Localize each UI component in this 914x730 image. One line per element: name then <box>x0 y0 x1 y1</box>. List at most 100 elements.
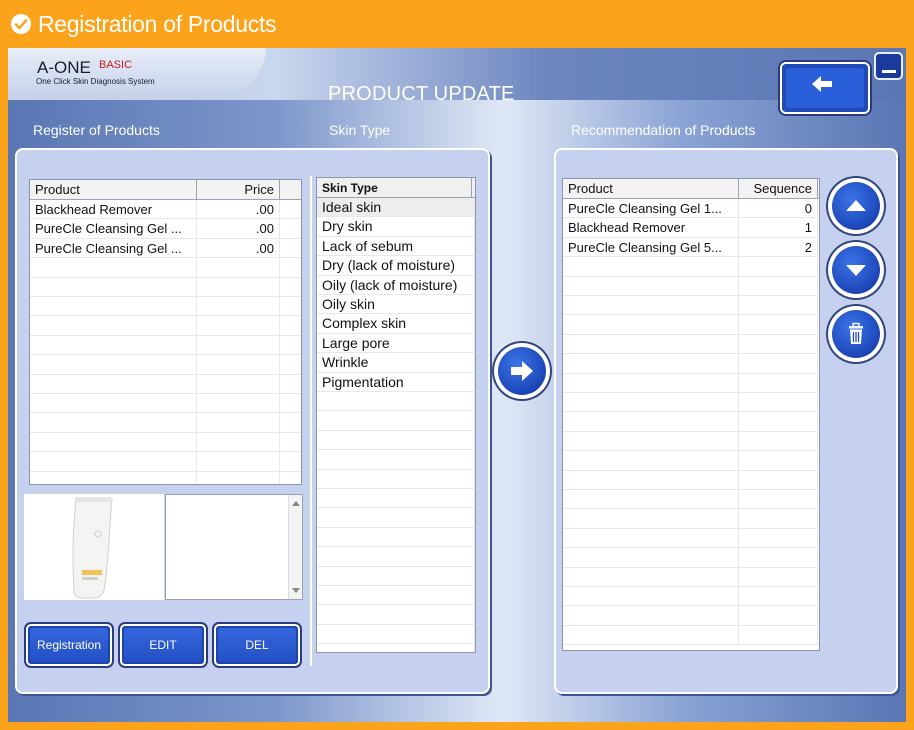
scroll-up-icon[interactable] <box>292 501 300 506</box>
list-item[interactable]: Oily skin <box>317 295 475 315</box>
scroll-down-icon[interactable] <box>292 588 300 593</box>
list-item[interactable] <box>317 586 475 606</box>
table-row[interactable] <box>563 412 819 432</box>
column-header-product[interactable]: Product <box>563 179 739 199</box>
table-row[interactable] <box>563 567 819 587</box>
table-row[interactable] <box>30 413 301 433</box>
product-name-cell: PureCle Cleansing Gel 1... <box>563 199 739 218</box>
list-item[interactable]: Oily (lack of moisture) <box>317 275 475 295</box>
table-row[interactable] <box>563 334 819 355</box>
table-row[interactable] <box>563 625 819 646</box>
sequence-cell <box>739 548 818 568</box>
list-item[interactable] <box>317 469 475 489</box>
table-row[interactable] <box>563 373 819 393</box>
list-item[interactable] <box>317 644 475 652</box>
table-row[interactable]: Blackhead Remover .00 <box>30 200 301 220</box>
table-row[interactable] <box>563 276 819 296</box>
move-down-button[interactable] <box>828 242 884 298</box>
column-header-product[interactable]: Product <box>30 180 197 200</box>
product-name-cell <box>563 431 739 451</box>
memo-scrollbar[interactable] <box>288 495 302 599</box>
table-header: Product Sequence <box>563 179 819 199</box>
list-item[interactable] <box>317 430 475 451</box>
list-item[interactable]: Pigmentation <box>317 372 475 392</box>
price-cell <box>197 452 280 472</box>
list-item[interactable] <box>317 392 475 412</box>
table-row[interactable] <box>563 354 819 374</box>
move-up-button[interactable] <box>828 178 884 234</box>
product-name-cell <box>30 374 197 394</box>
list-item[interactable] <box>317 489 475 509</box>
table-row[interactable]: PureCle Cleansing Gel 1... 0 <box>563 199 819 219</box>
table-row[interactable] <box>30 374 301 394</box>
list-item[interactable] <box>317 508 475 528</box>
table-row[interactable] <box>30 258 301 278</box>
sequence-cell: 1 <box>739 218 818 238</box>
back-button[interactable] <box>780 62 870 114</box>
column-header-sequence[interactable]: Sequence <box>739 179 818 199</box>
list-item[interactable]: Ideal skin <box>317 198 475 218</box>
table-row[interactable] <box>30 297 301 317</box>
table-row[interactable] <box>563 296 819 316</box>
edit-button[interactable]: EDIT <box>120 624 206 666</box>
table-row[interactable]: PureCle Cleansing Gel ... .00 <box>30 238 301 259</box>
logo: A-ONE BASIC One Click Skin Diagnosis Sys… <box>8 48 266 100</box>
product-name-cell <box>30 316 197 336</box>
product-name-cell <box>563 528 739 548</box>
list-item[interactable] <box>317 605 475 625</box>
add-recommendation-button[interactable] <box>494 343 550 399</box>
list-item[interactable] <box>317 450 475 470</box>
table-row[interactable] <box>563 315 819 335</box>
list-item[interactable] <box>317 547 475 567</box>
table-row[interactable] <box>563 470 819 490</box>
sequence-cell <box>739 606 818 626</box>
table-row[interactable] <box>563 257 819 277</box>
table-row[interactable] <box>563 509 819 529</box>
delete-product-button[interactable]: DEL <box>214 624 300 666</box>
table-row[interactable] <box>563 606 819 626</box>
minimize-button[interactable] <box>866 52 904 80</box>
product-name-cell <box>30 394 197 413</box>
list-item[interactable]: Dry skin <box>317 217 475 237</box>
table-row[interactable] <box>30 394 301 414</box>
table-row[interactable] <box>563 548 819 568</box>
product-name-cell <box>563 625 739 645</box>
table-row[interactable] <box>30 316 301 336</box>
table-row[interactable] <box>563 451 819 471</box>
minimize-icon <box>882 70 896 73</box>
table-row[interactable] <box>563 587 819 607</box>
price-cell <box>197 258 280 278</box>
table-row[interactable]: PureCle Cleansing Gel ... .00 <box>30 219 301 239</box>
table-row[interactable]: PureCle Cleansing Gel 5... 2 <box>563 237 819 258</box>
column-header-price[interactable]: Price <box>197 180 280 200</box>
skin-type-label: Large pore <box>317 333 475 353</box>
product-name-cell <box>563 606 739 626</box>
list-item[interactable]: Wrinkle <box>317 353 475 373</box>
product-name-cell <box>563 373 739 393</box>
price-cell <box>197 355 280 375</box>
table-row[interactable] <box>30 471 301 484</box>
table-row[interactable] <box>30 452 301 472</box>
table-row[interactable] <box>563 490 819 510</box>
table-row[interactable] <box>30 355 301 375</box>
list-item[interactable] <box>317 411 475 431</box>
product-name-cell <box>563 548 739 568</box>
list-item[interactable] <box>317 624 475 645</box>
skin-type-label <box>317 624 475 644</box>
table-row[interactable] <box>30 277 301 297</box>
list-item[interactable]: Dry (lack of moisture) <box>317 256 475 276</box>
delete-recommendation-button[interactable] <box>828 306 884 362</box>
table-row[interactable]: Blackhead Remover 1 <box>563 218 819 238</box>
list-item[interactable]: Complex skin <box>317 314 475 334</box>
list-item[interactable] <box>317 566 475 586</box>
table-row[interactable] <box>563 528 819 549</box>
table-row[interactable] <box>563 393 819 413</box>
table-row[interactable] <box>30 432 301 453</box>
product-memo[interactable] <box>165 494 303 600</box>
list-item[interactable]: Large pore <box>317 333 475 354</box>
registration-button[interactable]: Registration <box>26 624 112 666</box>
list-item[interactable] <box>317 527 475 548</box>
table-row[interactable] <box>563 431 819 452</box>
list-item[interactable]: Lack of sebum <box>317 236 475 257</box>
table-row[interactable] <box>30 335 301 356</box>
